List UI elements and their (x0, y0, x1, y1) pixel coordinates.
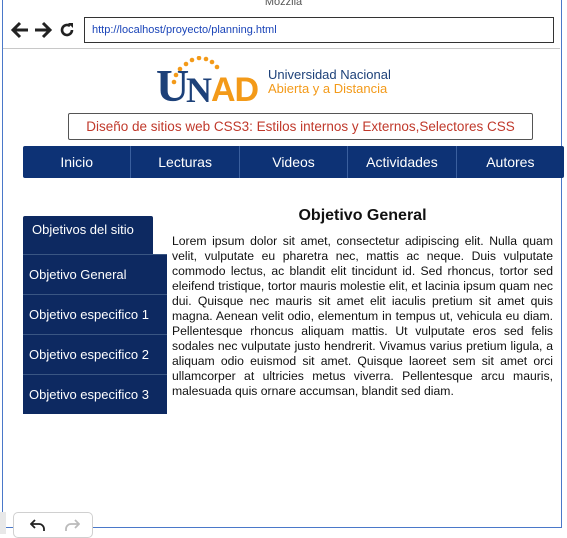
sidebar-header: Objetivos del sitio (23, 216, 153, 254)
nav-item-lecturas[interactable]: Lecturas (131, 146, 240, 178)
main-nav: Inicio Lecturas Videos Actividades Autor… (23, 146, 564, 178)
undo-redo-toolbar (13, 512, 93, 538)
nav-item-actividades[interactable]: Actividades (348, 146, 457, 178)
logo-letters-ad: AD (211, 71, 259, 109)
reload-icon[interactable] (57, 20, 77, 40)
content-body: Lorem ipsum dolor sit amet, consectetur … (172, 234, 553, 398)
sidebar-item-objetivo-2[interactable]: Objetivo especifico 2 (23, 334, 167, 374)
left-edge-bar (0, 512, 6, 534)
browser-toolbar: http://localhost/proyecto/planning.html (0, 14, 567, 50)
content-heading: Objetivo General (298, 207, 427, 224)
redo-icon[interactable] (64, 518, 80, 532)
back-icon[interactable] (10, 20, 30, 40)
sidebar-item-objetivo-3[interactable]: Objetivo especifico 3 (23, 374, 167, 414)
unad-logo: U N AD Universidad Nacional Abierta y a … (154, 56, 400, 112)
window-title: Mozzila (264, 0, 303, 8)
sidebar: Objetivos del sitio Objetivo General Obj… (23, 216, 167, 414)
logo-letter-u: U (156, 60, 190, 111)
logo-line-1: Universidad Nacional (268, 67, 391, 82)
sidebar-item-objetivo-1[interactable]: Objetivo especifico 1 (23, 294, 167, 334)
forward-icon[interactable] (33, 20, 53, 40)
toolbar-divider (3, 48, 560, 49)
logo-line-2: Abierta y a Distancia (268, 81, 388, 96)
sidebar-item-objetivo-general[interactable]: Objetivo General (23, 254, 167, 294)
nav-item-videos[interactable]: Videos (240, 146, 349, 178)
logo-letter-n: N (186, 70, 212, 110)
main-content: Objetivo General Lorem ipsum dolor sit a… (172, 206, 553, 399)
nav-item-inicio[interactable]: Inicio (23, 146, 132, 178)
url-bar[interactable]: http://localhost/proyecto/planning.html (84, 17, 554, 43)
undo-icon[interactable] (30, 518, 46, 532)
page-subtitle: Diseño de sitios web CSS3: Estilos inter… (68, 113, 533, 140)
nav-item-autores[interactable]: Autores (457, 146, 564, 178)
